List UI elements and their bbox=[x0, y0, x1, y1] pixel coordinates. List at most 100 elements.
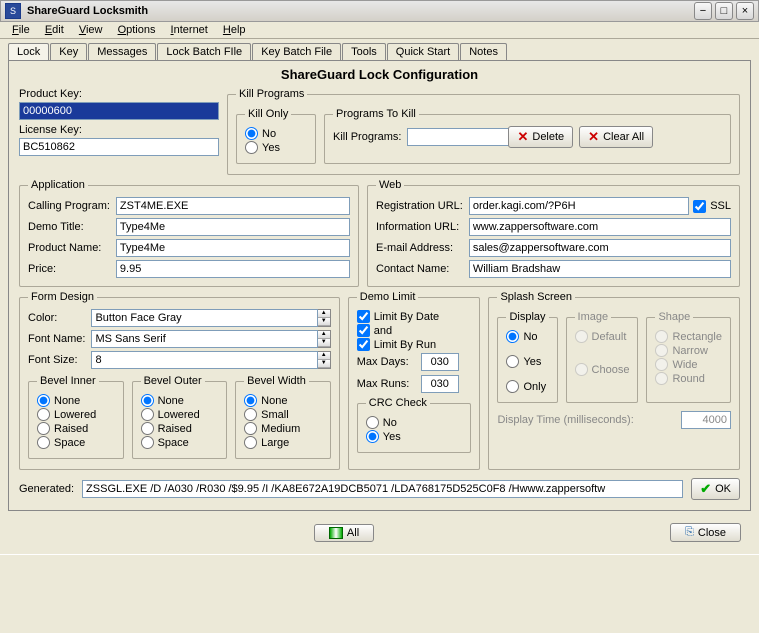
splash-image-default: Default bbox=[575, 330, 630, 343]
price-input[interactable] bbox=[116, 260, 350, 278]
menu-file[interactable]: File bbox=[6, 22, 36, 38]
info-url-input[interactable] bbox=[469, 218, 731, 236]
bevel-width-group: Bevel Width None Small Medium Large bbox=[235, 375, 331, 459]
product-key-label: Product Key: bbox=[19, 88, 219, 100]
minimize-button[interactable]: − bbox=[694, 2, 712, 20]
max-runs-input[interactable] bbox=[421, 375, 459, 393]
contact-input[interactable] bbox=[469, 260, 731, 278]
generated-label: Generated: bbox=[19, 483, 74, 495]
splash-display-no[interactable]: No bbox=[506, 330, 548, 343]
demo-title-label: Demo Title: bbox=[28, 221, 110, 233]
menu-edit[interactable]: Edit bbox=[39, 22, 70, 38]
demo-title-input[interactable] bbox=[116, 218, 350, 236]
bevel-inner-none[interactable]: None bbox=[37, 394, 115, 407]
bevel-inner-raised[interactable]: Raised bbox=[37, 422, 115, 435]
font-size-spinner[interactable]: ▲▼ bbox=[318, 351, 331, 369]
reg-url-input[interactable] bbox=[469, 197, 689, 215]
font-name-spinner[interactable]: ▲▼ bbox=[318, 330, 331, 348]
splash-shape-wide: Wide bbox=[655, 358, 722, 371]
bevel-outer-none[interactable]: None bbox=[141, 394, 219, 407]
menu-help[interactable]: Help bbox=[217, 22, 252, 38]
tab-messages[interactable]: Messages bbox=[88, 43, 156, 60]
delete-icon: ✕ bbox=[517, 129, 528, 145]
splash-shape-rectangle: Rectangle bbox=[655, 330, 722, 343]
close-button[interactable]: ⎘ Close bbox=[670, 523, 741, 542]
kill-only-yes[interactable]: Yes bbox=[245, 141, 307, 154]
kill-programs-group: Kill Programs Kill Only No Yes Programs … bbox=[227, 88, 740, 175]
delete-button[interactable]: ✕Delete bbox=[508, 126, 573, 148]
limit-and-check[interactable]: and bbox=[357, 324, 472, 337]
tab-key-batch[interactable]: Key Batch File bbox=[252, 43, 341, 60]
bevel-outer-group: Bevel Outer None Lowered Raised Space bbox=[132, 375, 228, 459]
limit-by-date-check[interactable]: Limit By Date bbox=[357, 310, 472, 323]
bevel-width-small[interactable]: Small bbox=[244, 408, 322, 421]
calling-program-input[interactable] bbox=[116, 197, 350, 215]
close-window-button[interactable]: × bbox=[736, 2, 754, 20]
bevel-inner-lowered[interactable]: Lowered bbox=[37, 408, 115, 421]
crc-no[interactable]: No bbox=[366, 416, 463, 429]
tab-tools[interactable]: Tools bbox=[342, 43, 386, 60]
bevel-width-none[interactable]: None bbox=[244, 394, 322, 407]
clear-all-button[interactable]: ✕Clear All bbox=[579, 126, 653, 148]
tab-lock-batch[interactable]: Lock Batch FIle bbox=[157, 43, 251, 60]
bevel-width-legend: Bevel Width bbox=[244, 375, 309, 387]
menu-internet[interactable]: Internet bbox=[165, 22, 214, 38]
menubar: File Edit View Options Internet Help bbox=[0, 22, 759, 39]
ok-button[interactable]: ✔OK bbox=[691, 478, 740, 500]
splash-display-yes[interactable]: Yes bbox=[506, 355, 548, 368]
tab-notes[interactable]: Notes bbox=[460, 43, 507, 60]
max-days-input[interactable] bbox=[421, 353, 459, 371]
app-icon: S bbox=[5, 3, 21, 19]
bevel-outer-lowered[interactable]: Lowered bbox=[141, 408, 219, 421]
color-input[interactable] bbox=[91, 309, 317, 327]
tab-lock[interactable]: Lock bbox=[8, 43, 49, 60]
info-url-label: Information URL: bbox=[376, 221, 463, 233]
crc-yes[interactable]: Yes bbox=[366, 430, 463, 443]
web-group: Web Registration URL: SSL Information UR… bbox=[367, 179, 740, 287]
color-spinner[interactable]: ▲▼ bbox=[318, 309, 331, 327]
font-name-input[interactable] bbox=[91, 330, 317, 348]
splash-display-only[interactable]: Only bbox=[506, 380, 548, 393]
product-name-label: Product Name: bbox=[28, 242, 110, 254]
programs-to-kill-group: Programs To Kill Kill Programs: ▲▼ ✕Dele… bbox=[324, 108, 731, 164]
demo-limit-group: Demo Limit Limit By Date and Limit By Ru… bbox=[348, 291, 481, 470]
calling-program-label: Calling Program: bbox=[28, 200, 110, 212]
generated-input[interactable] bbox=[82, 480, 683, 498]
product-name-input[interactable] bbox=[116, 239, 350, 257]
license-key-input[interactable] bbox=[19, 138, 219, 156]
check-icon: ✔ bbox=[700, 481, 711, 497]
maximize-button[interactable]: □ bbox=[715, 2, 733, 20]
bevel-width-medium[interactable]: Medium bbox=[244, 422, 322, 435]
splash-display-legend: Display bbox=[506, 311, 548, 323]
font-name-label: Font Name: bbox=[28, 333, 85, 345]
splash-screen-group: Splash Screen Display No Yes Only Image … bbox=[488, 291, 740, 470]
bevel-outer-space[interactable]: Space bbox=[141, 436, 219, 449]
programs-to-kill-legend: Programs To Kill bbox=[333, 108, 419, 120]
application-legend: Application bbox=[28, 179, 88, 191]
kill-only-legend: Kill Only bbox=[245, 108, 291, 120]
kill-programs-legend: Kill Programs bbox=[236, 88, 307, 100]
ssl-checkbox[interactable]: SSL bbox=[693, 200, 731, 213]
font-size-input[interactable] bbox=[91, 351, 317, 369]
tab-quick-start[interactable]: Quick Start bbox=[387, 43, 459, 60]
kill-only-group: Kill Only No Yes bbox=[236, 108, 316, 164]
bottom-bar: All ⎘ Close bbox=[0, 511, 759, 554]
font-size-label: Font Size: bbox=[28, 354, 85, 366]
contact-label: Contact Name: bbox=[376, 263, 463, 275]
kill-only-no[interactable]: No bbox=[245, 127, 307, 140]
all-button[interactable]: All bbox=[314, 524, 374, 542]
menu-view[interactable]: View bbox=[73, 22, 109, 38]
bevel-outer-raised[interactable]: Raised bbox=[141, 422, 219, 435]
tab-key[interactable]: Key bbox=[50, 43, 87, 60]
bevel-inner-space[interactable]: Space bbox=[37, 436, 115, 449]
product-key-input[interactable] bbox=[19, 102, 219, 120]
limit-by-run-check[interactable]: Limit By Run bbox=[357, 338, 472, 351]
license-key-label: License Key: bbox=[19, 124, 219, 136]
display-time-input bbox=[681, 411, 731, 429]
email-input[interactable] bbox=[469, 239, 731, 257]
menu-options[interactable]: Options bbox=[112, 22, 162, 38]
bevel-width-large[interactable]: Large bbox=[244, 436, 322, 449]
titlebar: S ShareGuard Locksmith − □ × bbox=[0, 0, 759, 22]
tab-strip: Lock Key Messages Lock Batch FIle Key Ba… bbox=[0, 39, 759, 60]
reg-url-label: Registration URL: bbox=[376, 200, 463, 212]
